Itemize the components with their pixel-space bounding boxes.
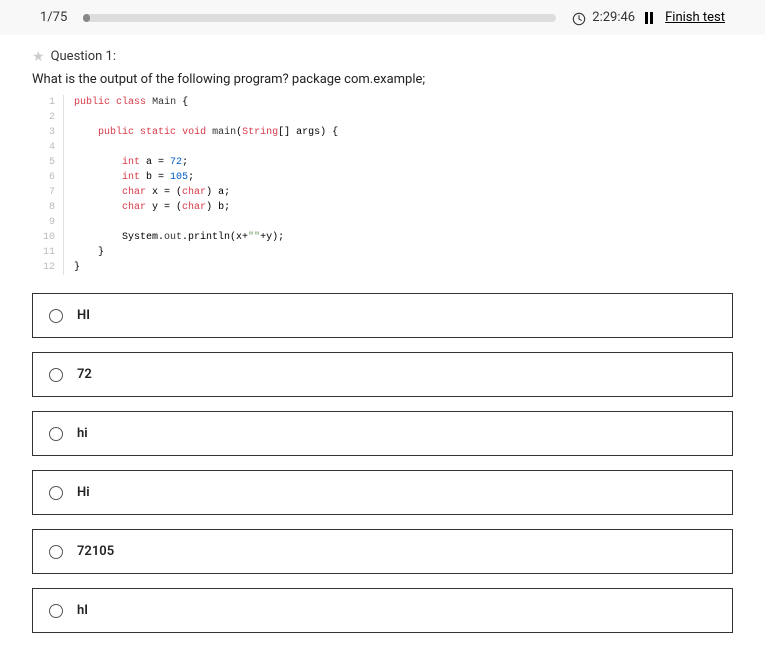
- radio-icon: [49, 309, 63, 323]
- timer-area: 2:29:46 Finish test: [572, 10, 725, 25]
- radio-icon: [49, 486, 63, 500]
- question-prompt: What is the output of the following prog…: [32, 72, 733, 87]
- timer-text: 2:29:46: [592, 10, 635, 25]
- option-label: hi: [77, 426, 88, 441]
- star-icon[interactable]: ★: [32, 50, 45, 64]
- option-2[interactable]: hi: [32, 411, 733, 456]
- option-5[interactable]: hI: [32, 588, 733, 633]
- pause-icon[interactable]: [645, 12, 655, 24]
- progress-bar-fill: [83, 14, 90, 22]
- top-bar: 1/75 2:29:46 Finish test: [0, 0, 765, 35]
- clock-icon: [572, 11, 586, 25]
- option-3[interactable]: Hi: [32, 470, 733, 515]
- code-block: 1public class Main { 2 3 public static v…: [42, 95, 733, 275]
- radio-icon: [49, 545, 63, 559]
- option-4[interactable]: 72105: [32, 529, 733, 574]
- option-label: 72105: [77, 544, 114, 559]
- finish-test-link[interactable]: Finish test: [665, 10, 725, 25]
- options-list: HI 72 hi Hi 72105 hI: [32, 293, 733, 633]
- question-header: ★ Question 1:: [32, 49, 733, 64]
- option-label: hI: [77, 603, 88, 618]
- option-label: Hi: [77, 485, 90, 500]
- option-label: 72: [77, 367, 92, 382]
- option-1[interactable]: 72: [32, 352, 733, 397]
- progress-counter: 1/75: [40, 10, 67, 25]
- option-label: HI: [77, 308, 90, 323]
- radio-icon: [49, 604, 63, 618]
- radio-icon: [49, 427, 63, 441]
- question-label: Question 1:: [51, 49, 116, 64]
- progress-bar: [83, 14, 556, 22]
- radio-icon: [49, 368, 63, 382]
- content-area: ★ Question 1: What is the output of the …: [0, 35, 765, 653]
- option-0[interactable]: HI: [32, 293, 733, 338]
